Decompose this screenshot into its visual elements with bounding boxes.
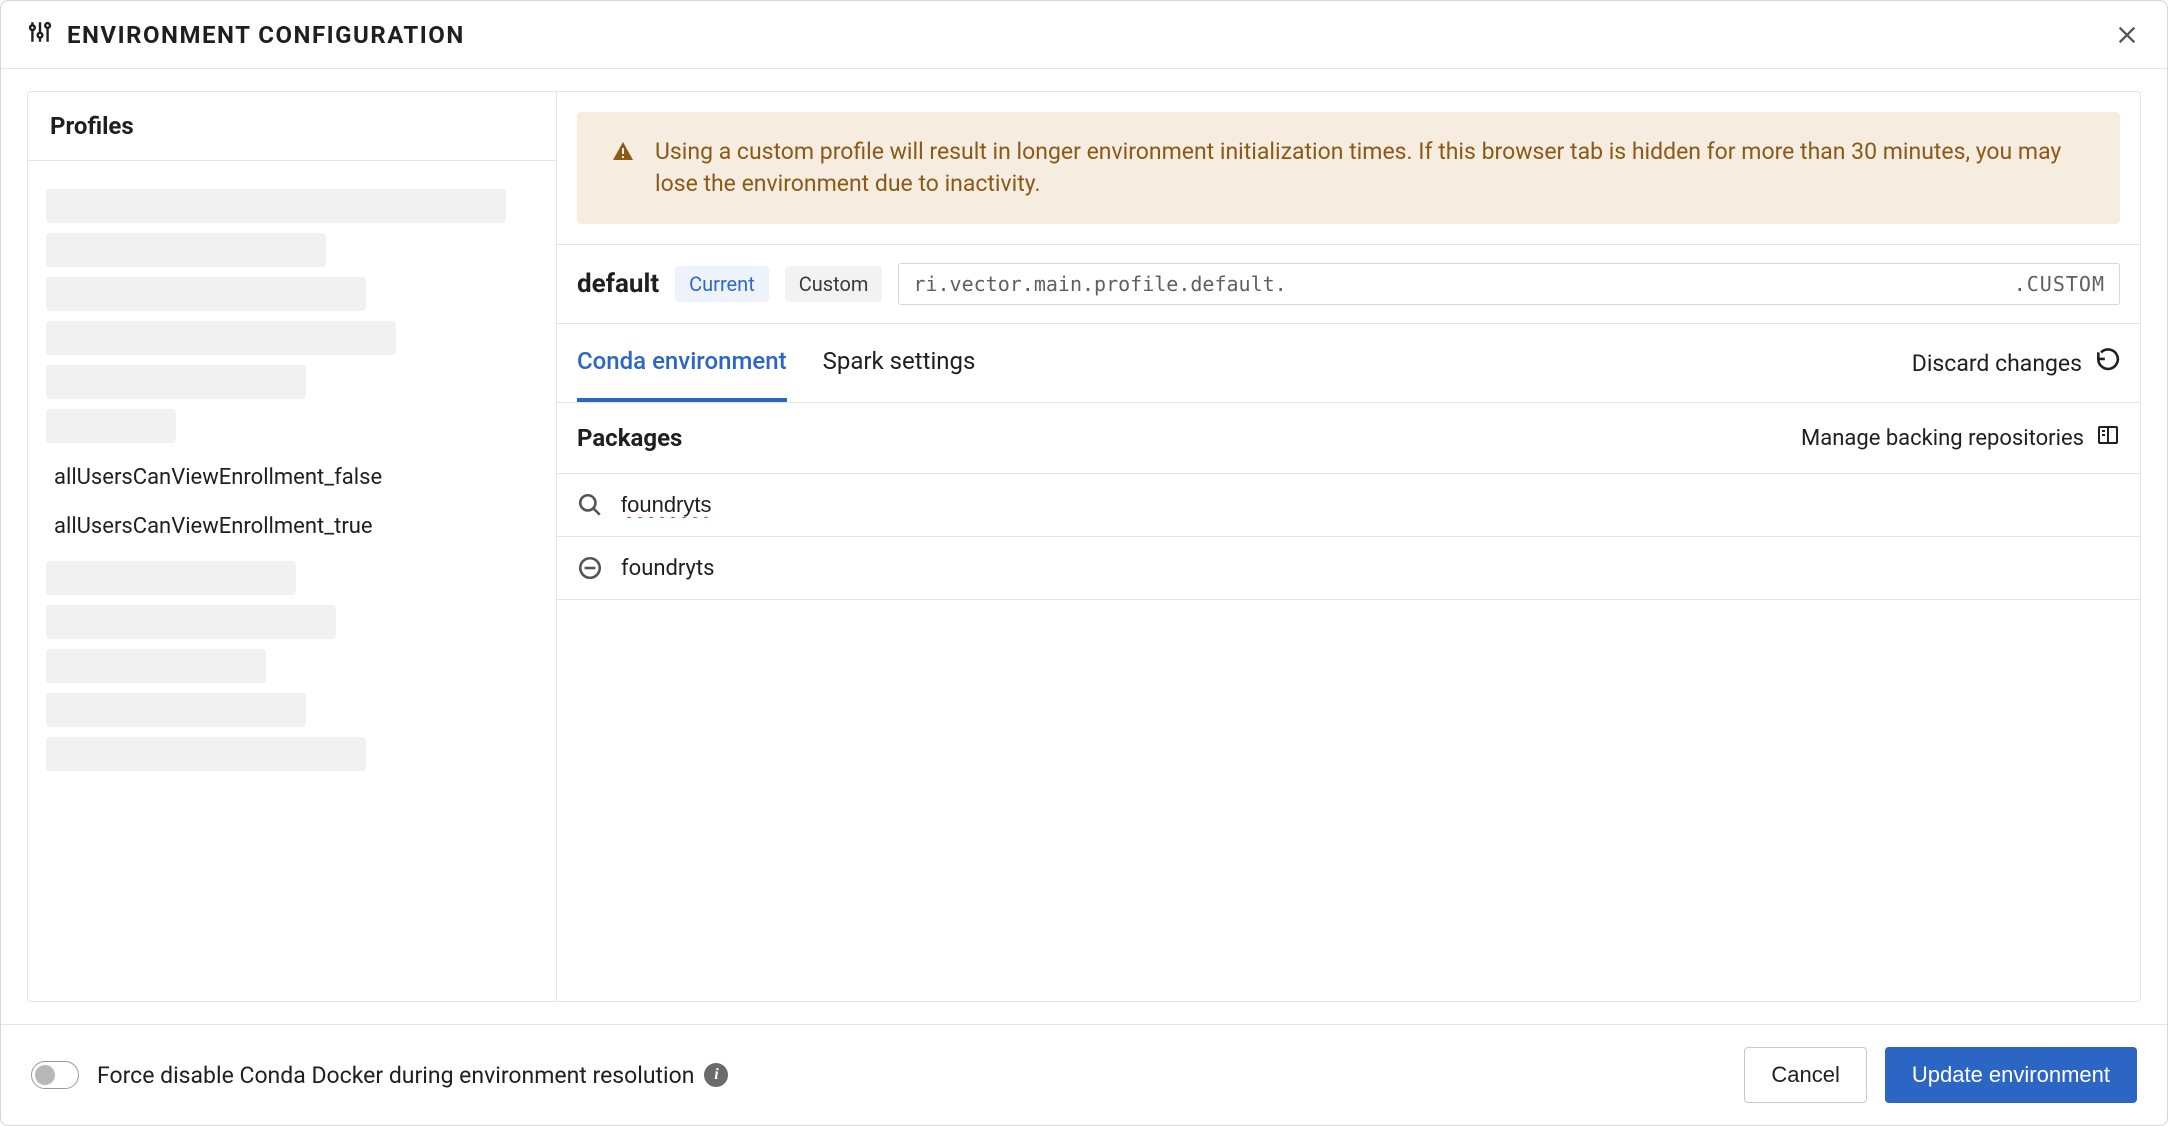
redacted-profile-item[interactable] <box>46 605 336 639</box>
info-icon[interactable]: i <box>704 1063 728 1087</box>
package-search-input[interactable] <box>621 492 2120 518</box>
tab-spark-settings[interactable]: Spark settings <box>823 324 976 402</box>
packages-header: Packages Manage backing repositories <box>557 403 2140 474</box>
profile-row: default Current Custom ri.vector.main.pr… <box>557 244 2140 323</box>
profile-id-field[interactable]: ri.vector.main.profile.default. .CUSTOM <box>898 263 2120 305</box>
modal-header: ENVIRONMENT CONFIGURATION <box>1 1 2167 69</box>
redacted-profile-item[interactable] <box>46 649 266 683</box>
book-icon <box>2096 423 2120 453</box>
remove-package-icon[interactable] <box>577 555 603 581</box>
force-disable-conda-toggle[interactable] <box>31 1061 79 1089</box>
modal-footer: Force disable Conda Docker during enviro… <box>1 1024 2167 1125</box>
packages-title: Packages <box>577 424 682 452</box>
search-icon <box>577 492 603 518</box>
toggle-label-text: Force disable Conda Docker during enviro… <box>97 1062 694 1089</box>
tabs-row: Conda environment Spark settings Discard … <box>557 323 2140 403</box>
undo-icon <box>2094 347 2120 379</box>
redacted-profile-item[interactable] <box>46 737 366 771</box>
cancel-button[interactable]: Cancel <box>1744 1047 1866 1103</box>
profiles-list: allUsersCanViewEnrollment_falseallUsersC… <box>28 161 556 1001</box>
package-search-row <box>557 474 2140 537</box>
redacted-profile-item[interactable] <box>46 693 306 727</box>
sliders-icon <box>27 19 53 50</box>
warning-banner: Using a custom profile will result in lo… <box>577 112 2120 224</box>
profile-name: default <box>577 269 659 299</box>
manage-backing-repos-label: Manage backing repositories <box>1801 426 2084 451</box>
warning-icon <box>611 136 635 173</box>
environment-config-modal: ENVIRONMENT CONFIGURATION Profiles allUs… <box>0 0 2168 1126</box>
profile-id-prefix: ri.vector.main.profile.default. <box>913 272 1286 296</box>
profiles-sidebar: Profiles allUsersCanViewEnrollment_false… <box>27 91 557 1002</box>
discard-changes-label: Discard changes <box>1912 350 2082 377</box>
profiles-heading: Profiles <box>28 92 556 161</box>
redacted-profile-item[interactable] <box>46 409 176 443</box>
close-icon[interactable] <box>2113 21 2141 49</box>
tab-conda-environment[interactable]: Conda environment <box>577 324 787 402</box>
redacted-profile-item[interactable] <box>46 561 296 595</box>
force-disable-conda-label: Force disable Conda Docker during enviro… <box>97 1062 728 1089</box>
package-result-row: foundryts <box>557 537 2140 600</box>
discard-changes-button[interactable]: Discard changes <box>1912 347 2120 379</box>
redacted-profile-item[interactable] <box>46 365 306 399</box>
redacted-profile-item[interactable] <box>46 321 396 355</box>
sidebar-item-allUsersCanViewEnrollment_false[interactable]: allUsersCanViewEnrollment_false <box>28 453 556 502</box>
profile-id-suffix: .CUSTOM <box>2014 272 2105 296</box>
redacted-profile-item[interactable] <box>46 277 366 311</box>
package-name: foundryts <box>621 556 715 581</box>
update-environment-button[interactable]: Update environment <box>1885 1047 2137 1103</box>
warning-text: Using a custom profile will result in lo… <box>655 136 2086 200</box>
redacted-profile-item[interactable] <box>46 233 326 267</box>
current-badge: Current <box>675 266 769 302</box>
redacted-profile-item[interactable] <box>46 189 506 223</box>
custom-badge: Custom <box>785 266 883 302</box>
sidebar-item-allUsersCanViewEnrollment_true[interactable]: allUsersCanViewEnrollment_true <box>28 502 556 551</box>
modal-title: ENVIRONMENT CONFIGURATION <box>67 21 465 49</box>
manage-backing-repos-button[interactable]: Manage backing repositories <box>1801 423 2120 453</box>
modal-body: Profiles allUsersCanViewEnrollment_false… <box>1 69 2167 1024</box>
main-panel: Using a custom profile will result in lo… <box>557 91 2141 1002</box>
